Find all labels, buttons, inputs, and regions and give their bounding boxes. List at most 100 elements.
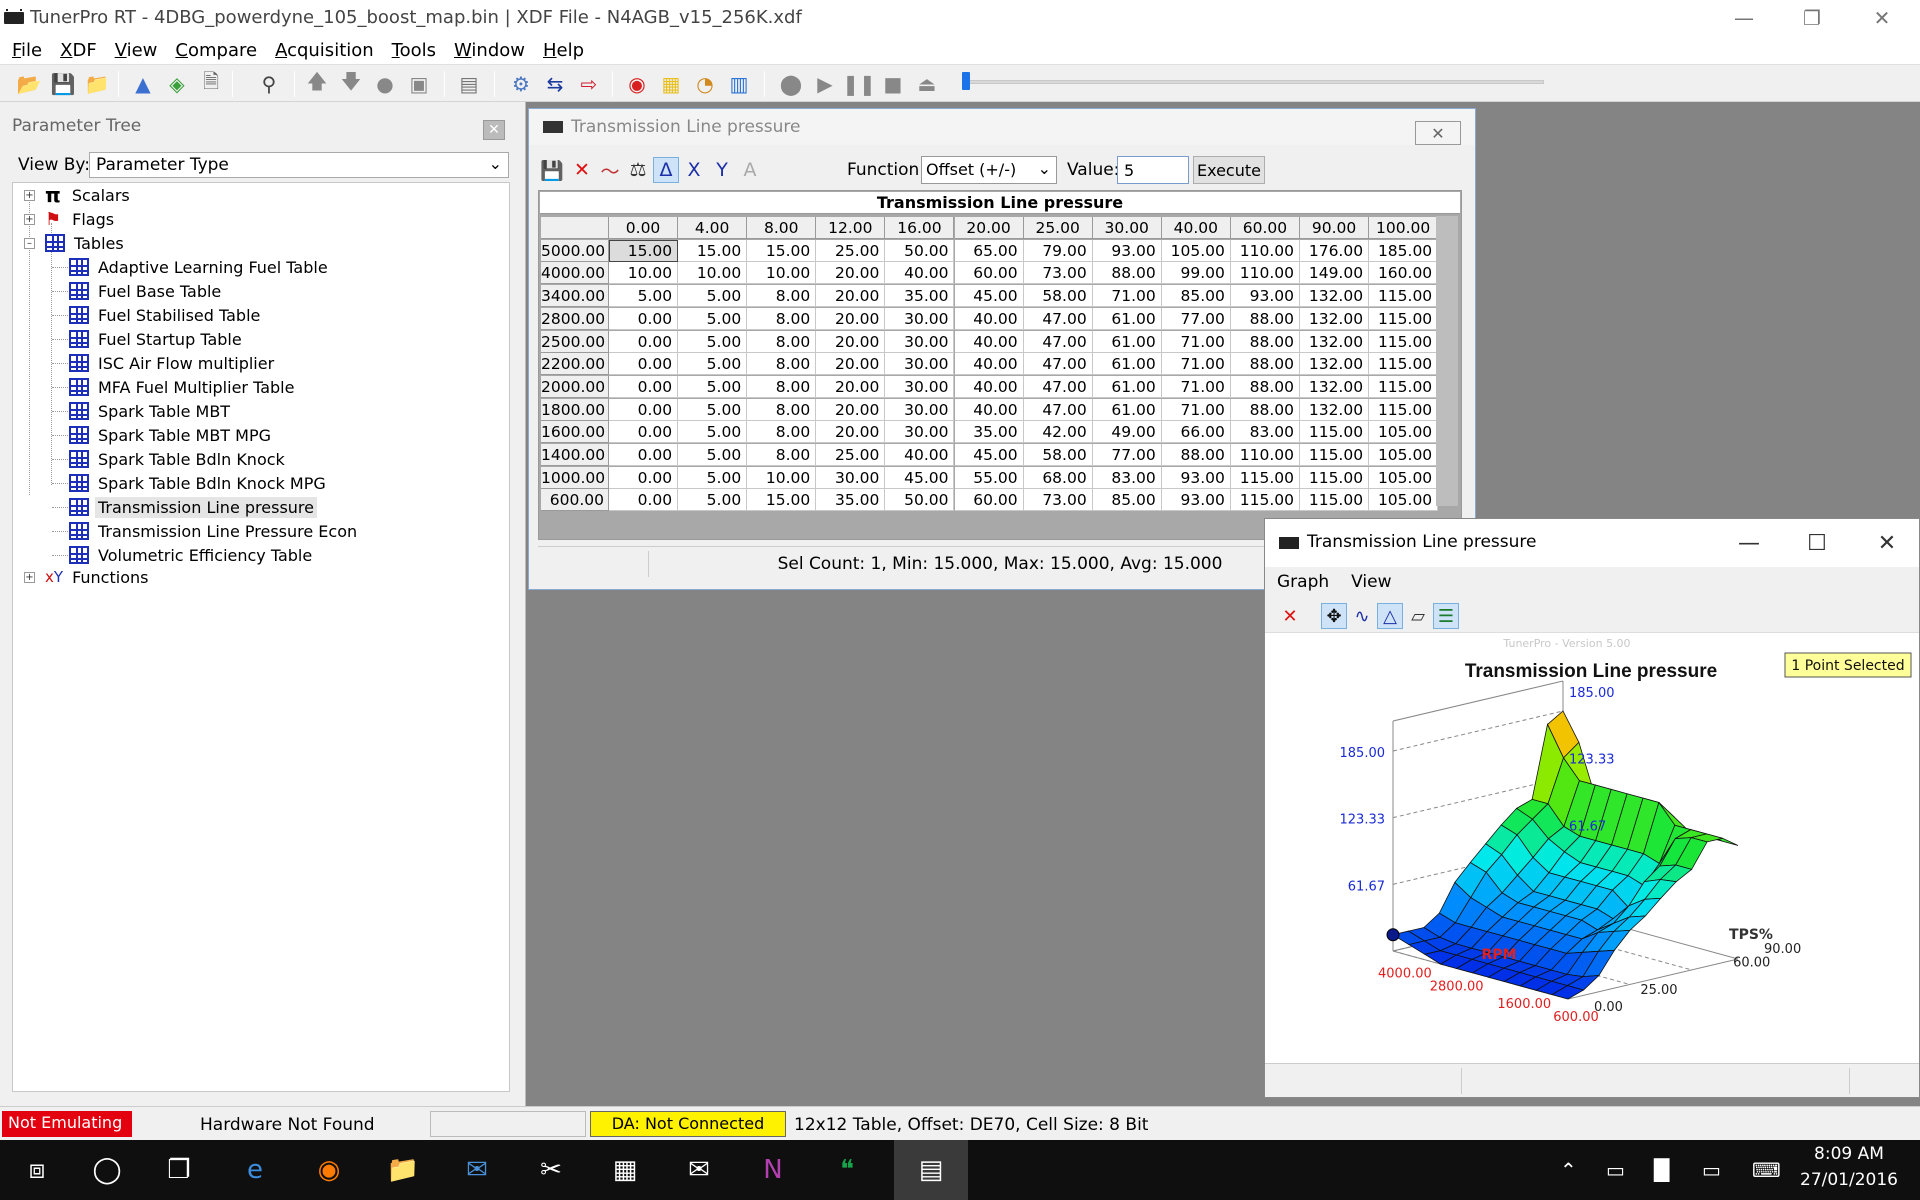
column-header[interactable]: 8.00 (747, 217, 817, 239)
table-cell[interactable]: 160.00 (1369, 262, 1439, 285)
table-cell[interactable]: 115.00 (1369, 375, 1439, 398)
tree-item-tables[interactable]: Tables (45, 232, 127, 254)
tree-item-flags[interactable]: ⚑ Flags (45, 208, 117, 230)
graph-maximize-button[interactable]: ☐ (1787, 523, 1847, 563)
graph-menu-graph[interactable]: Graph (1277, 572, 1329, 592)
graph-close-button[interactable]: ✕ (1857, 523, 1917, 563)
tree-item-table[interactable]: Volumetric Efficiency Table (69, 544, 315, 566)
clock-date[interactable]: 27/01/2016 (1790, 1170, 1908, 1190)
tree-item-table[interactable]: Fuel Stabilised Table (69, 304, 263, 326)
table-cell[interactable]: 65.00 (954, 239, 1024, 262)
table-cell[interactable]: 0.00 (609, 330, 679, 353)
column-header[interactable]: 0.00 (609, 217, 679, 239)
save-icon[interactable]: 💾 (50, 71, 76, 97)
menu-acquisition[interactable]: Acquisition (275, 40, 374, 61)
target-icon[interactable]: ◉ (624, 71, 650, 97)
line-graph-icon[interactable]: 〜 (597, 157, 623, 183)
table-cell[interactable]: 93.00 (1161, 489, 1231, 512)
row-header[interactable]: 600.00 (541, 489, 609, 512)
table-cell[interactable]: 8.00 (747, 421, 817, 444)
column-header[interactable]: 60.00 (1230, 217, 1300, 239)
table-cell[interactable]: 110.00 (1230, 239, 1300, 262)
download-arrow-icon[interactable]: 🡇 (338, 69, 364, 97)
table-cell[interactable]: 88.00 (1092, 262, 1162, 285)
firefox-icon[interactable]: ◉ (292, 1140, 366, 1200)
surface-chart-icon[interactable]: △ (1377, 603, 1403, 629)
table-cell[interactable]: 20.00 (816, 421, 886, 444)
gauge-icon[interactable]: ◔ (692, 71, 718, 97)
table-cell[interactable]: 61.00 (1092, 353, 1162, 376)
table-cell[interactable]: 20.00 (816, 375, 886, 398)
table-cell[interactable]: 40.00 (954, 307, 1024, 330)
table-cell[interactable]: 71.00 (1161, 398, 1231, 421)
table-cell[interactable]: 115.00 (1230, 489, 1300, 512)
tree-item-scalars[interactable]: π Scalars (45, 183, 133, 207)
menu-help[interactable]: Help (543, 40, 584, 61)
collapse-tables-icon[interactable]: – (24, 238, 35, 249)
table-cell[interactable]: 20.00 (816, 398, 886, 421)
table-cell[interactable]: 61.00 (1092, 330, 1162, 353)
menu-tools[interactable]: Tools (392, 40, 436, 61)
column-header[interactable]: 90.00 (1300, 217, 1370, 239)
table-cell[interactable]: 35.00 (816, 489, 886, 512)
pause-icon[interactable]: ❚❚ (842, 71, 876, 97)
table-cell[interactable]: 105.00 (1369, 489, 1439, 512)
axis-a-icon[interactable]: Δ (653, 157, 679, 183)
table-cell[interactable]: 115.00 (1230, 466, 1300, 489)
table-cell[interactable]: 68.00 (1023, 466, 1093, 489)
table-cell[interactable]: 71.00 (1161, 330, 1231, 353)
table-cell[interactable]: 47.00 (1023, 307, 1093, 330)
value-input[interactable] (1117, 156, 1189, 184)
row-header[interactable]: 2000.00 (541, 375, 609, 398)
tree-item-table[interactable]: Adaptive Learning Fuel Table (69, 256, 331, 278)
move-cross-icon[interactable]: ✥ (1321, 603, 1347, 629)
table-cell[interactable]: 77.00 (1161, 307, 1231, 330)
table-cell[interactable]: 115.00 (1369, 330, 1439, 353)
table-cell[interactable]: 30.00 (885, 421, 955, 444)
surface-plot-svg[interactable]: TunerPro - Version 5.00 Transmission Lin… (1265, 633, 1919, 1063)
minimize-button[interactable]: — (1714, 0, 1774, 36)
table-cell[interactable]: 132.00 (1300, 353, 1370, 376)
table-cell[interactable]: 47.00 (1023, 330, 1093, 353)
grid-scrollbar[interactable] (1436, 216, 1458, 506)
table-cell[interactable]: 115.00 (1369, 353, 1439, 376)
row-header[interactable]: 2200.00 (541, 353, 609, 376)
clock-time[interactable]: 8:09 AM (1794, 1144, 1904, 1164)
table-cell[interactable]: 85.00 (1092, 489, 1162, 512)
table-cell[interactable]: 105.00 (1369, 421, 1439, 444)
table-cell[interactable]: 30.00 (885, 307, 955, 330)
table-cell[interactable]: 15.00 (609, 239, 679, 262)
column-header[interactable]: 40.00 (1161, 217, 1231, 239)
color-legend-icon[interactable]: ☰ (1433, 603, 1459, 629)
tree-item-table[interactable]: MFA Fuel Multiplier Table (69, 376, 297, 398)
table-cell[interactable]: 77.00 (1092, 444, 1162, 466)
table-cell[interactable]: 176.00 (1300, 239, 1370, 262)
surface-plot[interactable]: TunerPro - Version 5.00 Transmission Lin… (1265, 633, 1919, 1063)
table-cell[interactable]: 83.00 (1092, 466, 1162, 489)
file-explorer-icon[interactable]: 📁 (366, 1140, 440, 1200)
table-cell[interactable]: 0.00 (609, 375, 679, 398)
table-cell[interactable]: 115.00 (1369, 307, 1439, 330)
table-cell[interactable]: 99.00 (1161, 262, 1231, 285)
table-cell[interactable]: 50.00 (885, 489, 955, 512)
table-cell[interactable]: 58.00 (1023, 444, 1093, 466)
eject-icon[interactable]: ⏏ (914, 71, 940, 97)
table-cell[interactable]: 66.00 (1161, 421, 1231, 444)
table-cell[interactable]: 93.00 (1230, 285, 1300, 308)
table-cell[interactable]: 132.00 (1300, 330, 1370, 353)
table-cell[interactable]: 45.00 (885, 466, 955, 489)
table-cell[interactable]: 71.00 (1161, 375, 1231, 398)
table-cell[interactable]: 5.00 (678, 398, 748, 421)
grid-corner[interactable] (541, 217, 609, 239)
table-cell[interactable]: 110.00 (1230, 262, 1300, 285)
table-cell[interactable]: 55.00 (954, 466, 1024, 489)
new-document-icon[interactable]: 🗎 (198, 69, 224, 97)
restore-button[interactable]: ❐ (1782, 0, 1842, 36)
table-cell[interactable]: 61.00 (1092, 375, 1162, 398)
table-cell[interactable]: 0.00 (609, 398, 679, 421)
table-cell[interactable]: 47.00 (1023, 375, 1093, 398)
table-cell[interactable]: 5.00 (678, 444, 748, 466)
column-header[interactable]: 100.00 (1369, 217, 1439, 239)
table-cell[interactable]: 61.00 (1092, 398, 1162, 421)
y-axis-icon[interactable]: Y (709, 157, 735, 183)
